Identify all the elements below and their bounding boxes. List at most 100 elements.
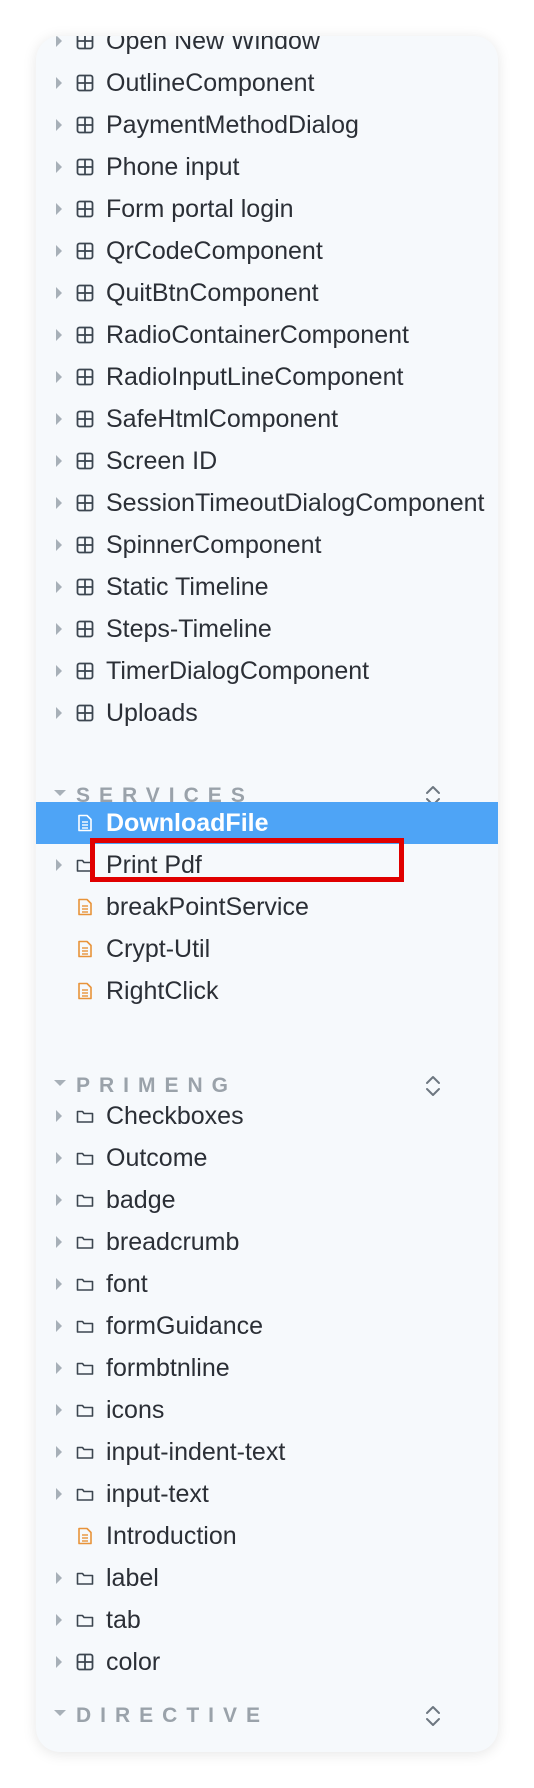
chevron-right-icon[interactable]	[56, 1404, 62, 1416]
chevron-right-icon[interactable]	[56, 455, 62, 467]
component-icon	[76, 536, 94, 554]
chevron-right-icon[interactable]	[56, 623, 62, 635]
chevron-right-icon[interactable]	[56, 1488, 62, 1500]
chevron-down-icon[interactable]	[54, 1710, 66, 1716]
chevron-right-icon[interactable]	[56, 329, 62, 341]
tree-item-label: icons	[106, 1396, 165, 1424]
tree-item[interactable]: Print Pdf	[36, 844, 498, 886]
chevron-down-icon[interactable]	[54, 790, 66, 796]
chevron-right-icon[interactable]	[56, 1194, 62, 1206]
chevron-right-icon[interactable]	[56, 287, 62, 299]
component-icon	[76, 662, 94, 680]
chevron-right-icon[interactable]	[56, 1572, 62, 1584]
tree-item[interactable]: formbtnline	[36, 1347, 498, 1389]
tree-item[interactable]: input-text	[36, 1473, 498, 1515]
component-icon	[76, 36, 94, 50]
tree-item[interactable]: font	[36, 1263, 498, 1305]
tree-item[interactable]: PaymentMethodDialog	[36, 104, 498, 146]
tree-item[interactable]: color	[36, 1641, 498, 1683]
chevron-right-icon[interactable]	[56, 665, 62, 677]
storybook-sidebar-tree: Open New Window OutlineComponent PaymentMe…	[36, 36, 498, 1752]
tree-item-label: tab	[106, 1606, 141, 1634]
component-icon	[76, 368, 94, 386]
chevron-right-icon[interactable]	[56, 497, 62, 509]
tree-item-label: PaymentMethodDialog	[106, 111, 359, 139]
tree-item[interactable]: Checkboxes	[36, 1095, 498, 1137]
tree-item[interactable]: Outcome	[36, 1137, 498, 1179]
chevron-right-icon[interactable]	[56, 371, 62, 383]
chevron-right-icon[interactable]	[56, 859, 62, 871]
tree-item[interactable]: formGuidance	[36, 1305, 498, 1347]
tree-item[interactable]: QuitBtnComponent	[36, 272, 498, 314]
tree-item[interactable]: RightClick	[36, 970, 498, 1012]
tree-item-label: SpinnerComponent	[106, 531, 322, 559]
chevron-right-icon[interactable]	[56, 581, 62, 593]
chevron-right-icon[interactable]	[56, 203, 62, 215]
tree-item-label: badge	[106, 1186, 176, 1214]
tree-item[interactable]: Crypt-Util	[36, 928, 498, 970]
folder-icon	[76, 1569, 94, 1587]
component-icon	[76, 284, 94, 302]
component-icon	[76, 410, 94, 428]
folder-icon	[76, 1359, 94, 1377]
tree-item[interactable]: tab	[36, 1599, 498, 1641]
chevron-right-icon[interactable]	[56, 161, 62, 173]
document-icon	[76, 898, 94, 916]
component-icon	[76, 242, 94, 260]
tree-item[interactable]: icons	[36, 1389, 498, 1431]
tree-item[interactable]: SafeHtmlComponent	[36, 398, 498, 440]
tree-item[interactable]: Screen ID	[36, 440, 498, 482]
document-icon	[76, 940, 94, 958]
component-icon	[76, 620, 94, 638]
chevron-right-icon[interactable]	[56, 1320, 62, 1332]
tree-item[interactable]: input-indent-text	[36, 1431, 498, 1473]
tree-item-label: formbtnline	[106, 1354, 230, 1382]
section-header[interactable]: DIRECTIVE	[36, 1696, 498, 1736]
tree-item[interactable]: Uploads	[36, 692, 498, 734]
tree-item[interactable]: TimerDialogComponent	[36, 650, 498, 692]
chevron-right-icon[interactable]	[56, 1278, 62, 1290]
chevron-right-icon[interactable]	[56, 539, 62, 551]
chevron-right-icon[interactable]	[56, 1152, 62, 1164]
tree-item[interactable]: Static Timeline	[36, 566, 498, 608]
tree-item[interactable]: Steps-Timeline	[36, 608, 498, 650]
tree-item-label: Crypt-Util	[106, 935, 211, 963]
tree-item-label: label	[106, 1564, 159, 1592]
chevron-right-icon[interactable]	[56, 77, 62, 89]
tree-item-label: input-indent-text	[106, 1438, 286, 1466]
tree-item[interactable]: SpinnerComponent	[36, 524, 498, 566]
chevron-right-icon[interactable]	[56, 707, 62, 719]
tree-item[interactable]: RadioInputLineComponent	[36, 356, 498, 398]
tree-item[interactable]: Introduction	[36, 1515, 498, 1557]
tree-item[interactable]: badge	[36, 1179, 498, 1221]
chevron-right-icon[interactable]	[56, 413, 62, 425]
chevron-right-icon[interactable]	[56, 1656, 62, 1668]
tree-item[interactable]: DownloadFile	[36, 802, 498, 844]
tree-item-label: OutlineComponent	[106, 69, 315, 97]
tree-item[interactable]: label	[36, 1557, 498, 1599]
tree-item[interactable]: Form portal login	[36, 188, 498, 230]
tree-item-label: Introduction	[106, 1522, 237, 1550]
expand-collapse-all-icon[interactable]	[422, 1704, 444, 1728]
chevron-right-icon[interactable]	[56, 1110, 62, 1122]
tree-item[interactable]: Open New Window	[36, 36, 498, 62]
chevron-right-icon[interactable]	[56, 119, 62, 131]
chevron-right-icon[interactable]	[56, 1362, 62, 1374]
chevron-right-icon[interactable]	[56, 245, 62, 257]
tree-item[interactable]: RadioContainerComponent	[36, 314, 498, 356]
chevron-right-icon[interactable]	[56, 1236, 62, 1248]
tree-item[interactable]: breakPointService	[36, 886, 498, 928]
chevron-right-icon[interactable]	[56, 1614, 62, 1626]
chevron-right-icon[interactable]	[56, 1446, 62, 1458]
tree-item[interactable]: OutlineComponent	[36, 62, 498, 104]
component-icon	[76, 326, 94, 344]
tree-item[interactable]: QrCodeComponent	[36, 230, 498, 272]
tree-item-label: breakPointService	[106, 893, 309, 921]
chevron-down-icon[interactable]	[54, 1080, 66, 1086]
tree-item[interactable]: Phone input	[36, 146, 498, 188]
component-icon	[76, 452, 94, 470]
chevron-right-icon[interactable]	[56, 36, 62, 47]
tree-item[interactable]: SessionTimeoutDialogComponent	[36, 482, 498, 524]
tree-item[interactable]: breadcrumb	[36, 1221, 498, 1263]
tree-item-label: Form portal login	[106, 195, 294, 223]
